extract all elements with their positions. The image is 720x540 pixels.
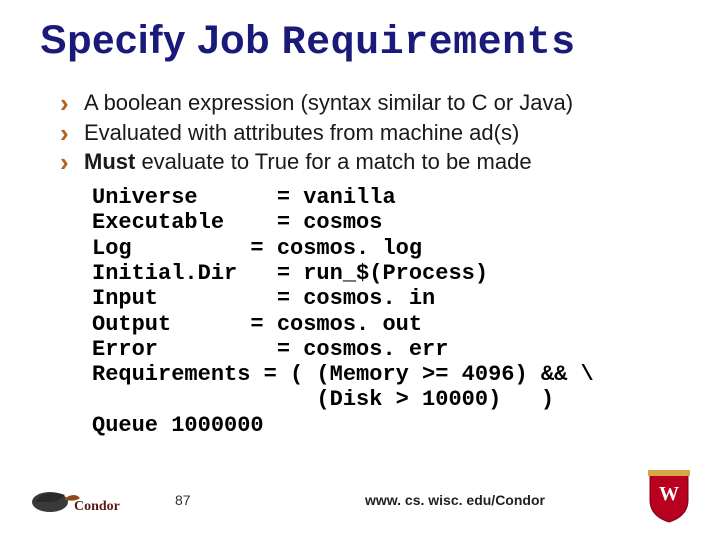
slide-title: Specify Job Requirements xyxy=(0,0,720,66)
footer-url: www. cs. wisc. edu/Condor xyxy=(365,492,545,508)
condor-logo: Condor xyxy=(30,480,140,520)
bullet-text: Evaluated with attributes from machine a… xyxy=(84,120,519,145)
code-block: Universe = vanilla Executable = cosmos L… xyxy=(0,177,720,438)
bullet-text: evaluate to True for a match to be made xyxy=(135,149,531,174)
svg-text:Condor: Condor xyxy=(74,499,120,514)
title-mono: Requirements xyxy=(282,21,576,66)
bullet-item: Evaluated with attributes from machine a… xyxy=(60,118,720,148)
bullet-item: A boolean expression (syntax similar to … xyxy=(60,88,720,118)
bullet-item: Must evaluate to True for a match to be … xyxy=(60,147,720,177)
bullet-text: A boolean expression (syntax similar to … xyxy=(84,90,573,115)
footer: Condor 87 www. cs. wisc. edu/Condor W xyxy=(0,466,720,526)
svg-text:W: W xyxy=(659,483,679,505)
title-plain: Specify Job xyxy=(40,18,282,62)
wisconsin-crest-logo: W xyxy=(646,470,692,524)
page-number: 87 xyxy=(175,492,191,508)
bullet-list: A boolean expression (syntax similar to … xyxy=(0,66,720,177)
